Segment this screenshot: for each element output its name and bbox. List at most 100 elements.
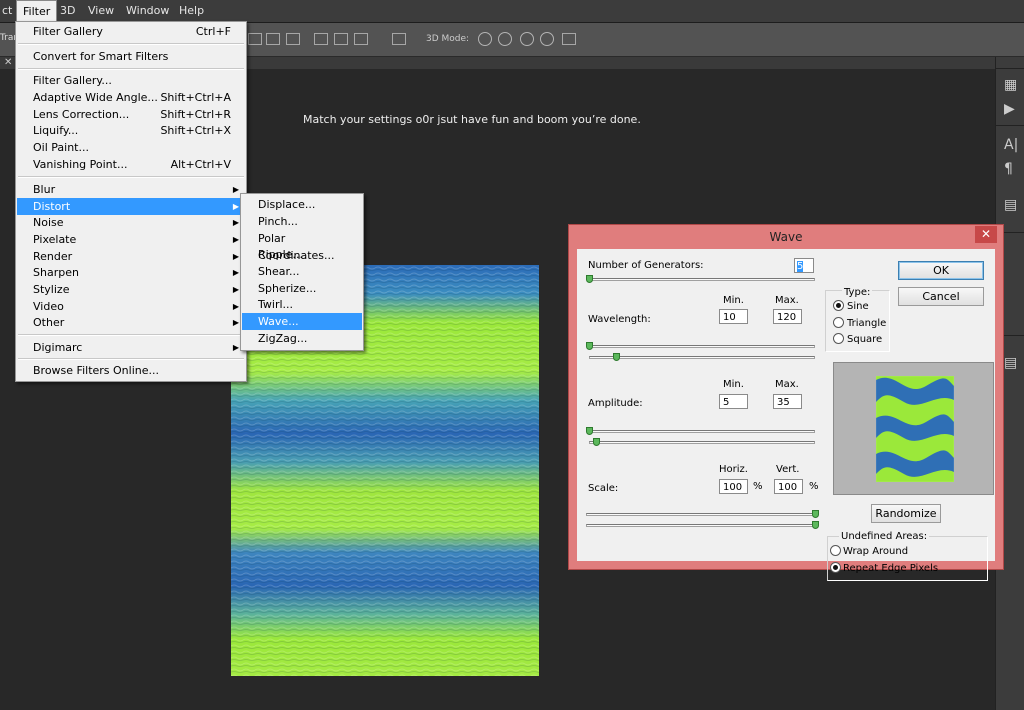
amplitude-min-thumb[interactable] [586,427,593,435]
scale-vert-thumb[interactable] [812,521,819,529]
generators-slider-thumb[interactable] [586,275,593,283]
drag-3d-icon[interactable] [520,32,534,46]
menu-item-adaptive-wide-angle[interactable]: Adaptive Wide Angle... Shift+Ctrl+A [17,89,245,106]
paragraph-icon[interactable]: ¶ [1004,161,1013,177]
menu-item-filter-gallery-last[interactable]: Filter Gallery Ctrl+F [17,23,245,40]
dialog-body: Number of Generators: 5 Min. Max. Wavele… [577,249,995,581]
history-icon[interactable]: ▦ [1004,77,1017,93]
menu-item-video[interactable]: Video ▶ [17,298,245,315]
menu-filter[interactable]: Filter [16,0,58,22]
menu-item-stylize[interactable]: Stylize ▶ [17,281,245,298]
menu-item-blur[interactable]: Blur ▶ [17,181,245,198]
randomize-button[interactable]: Randomize [871,504,941,523]
close-tab-icon[interactable]: ✕ [4,57,12,68]
menu-item-displace[interactable]: Displace... [242,196,362,213]
scale-vert-input[interactable]: 100 [774,479,803,494]
type-sine-radio[interactable] [833,300,844,311]
slide-3d-icon[interactable] [540,32,554,46]
menu-item-other[interactable]: Other ▶ [17,314,245,331]
wavelength-max-input[interactable]: 120 [773,309,802,324]
character-icon[interactable]: A| [1004,137,1018,153]
menu-item-vanishing-point[interactable]: Vanishing Point... Alt+Ctrl+V [17,156,245,173]
type-square-label[interactable]: Square [847,334,882,345]
menu-help[interactable]: Help [173,0,210,22]
menu-item-polar-coordinates[interactable]: Polar Coordinates... [242,230,362,262]
3d-mode-label: 3D Mode: [426,34,470,44]
submenu-arrow-icon: ▶ [232,252,239,261]
type-triangle-label[interactable]: Triangle [847,318,886,329]
roll-3d-icon[interactable] [498,32,512,46]
menu-item-distort[interactable]: Distort ▶ [17,198,245,215]
menu-item-noise[interactable]: Noise ▶ [17,214,245,231]
amplitude-max-input[interactable]: 35 [773,394,802,409]
scale-horiz-track[interactable] [586,513,816,516]
amplitude-label: Amplitude: [588,398,643,409]
percent-sign: % [809,481,819,492]
distribute-right-icon[interactable] [354,33,368,45]
canvas-note-text: Match your settings o0r jsut have fun an… [303,113,641,126]
menu-item-zigzag[interactable]: ZigZag... [242,330,362,347]
menu-item-oil-paint[interactable]: Oil Paint... [17,139,245,156]
menu-item-digimarc[interactable]: Digimarc ▶ [17,339,245,356]
properties-icon[interactable]: ▤ [1004,197,1017,213]
align-middle-icon[interactable] [266,33,280,45]
type-square-radio[interactable] [833,333,844,344]
menu-item-sharpen[interactable]: Sharpen ▶ [17,264,245,281]
wavelength-min-input[interactable]: 10 [719,309,748,324]
amplitude-min-input[interactable]: 5 [719,394,748,409]
menu-item-filter-gallery[interactable]: Filter Gallery... [17,72,245,89]
wave-dialog: Wave ✕ Number of Generators: 5 Min. Max.… [568,224,1004,581]
auto-align-icon[interactable] [392,33,406,45]
menu-item-shear[interactable]: Shear... [242,263,362,280]
wrap-around-radio[interactable] [830,545,841,556]
menu-view[interactable]: View [82,0,120,22]
scale-3d-icon[interactable] [562,33,576,45]
menu-item-twirl[interactable]: Twirl... [242,296,362,313]
menu-item-render[interactable]: Render ▶ [17,248,245,265]
scale-vert-track[interactable] [586,524,816,527]
repeat-edge-label[interactable]: Repeat Edge Pixels [843,563,938,574]
menu-item-lens-correction[interactable]: Lens Correction... Shift+Ctrl+R [17,106,245,123]
type-triangle-radio[interactable] [833,317,844,328]
repeat-edge-radio[interactable] [830,562,841,573]
wrap-around-label[interactable]: Wrap Around [843,546,908,557]
wavelength-max-thumb[interactable] [613,353,621,361]
menu-3d[interactable]: 3D [54,0,81,22]
wavelength-max-track[interactable] [589,356,815,359]
generators-slider-track[interactable] [589,278,815,281]
submenu-arrow-icon: ▶ [232,268,239,277]
play-icon[interactable]: ▶ [1004,101,1015,117]
scale-horiz-input[interactable]: 100 [719,479,748,494]
menu-item-pinch[interactable]: Pinch... [242,213,362,230]
menu-window[interactable]: Window [120,0,175,22]
type-sine-label[interactable]: Sine [847,301,869,312]
amplitude-max-track[interactable] [589,441,815,444]
notes-icon[interactable]: ▤ [1004,355,1017,371]
align-top-icon[interactable] [248,33,262,45]
type-group-label: Type: [842,287,873,298]
menu-item-wave[interactable]: Wave... [242,313,362,330]
close-icon[interactable]: ✕ [975,226,997,243]
menu-bar: ct Filter 3D View Window Help [0,0,1024,23]
menu-item-pixelate[interactable]: Pixelate ▶ [17,231,245,248]
distribute-center-icon[interactable] [334,33,348,45]
menu-item-ripple[interactable]: Ripple... [242,246,362,263]
menu-item-spherize[interactable]: Spherize... [242,280,362,297]
scale-horiz-thumb[interactable] [812,510,819,518]
wavelength-min-thumb[interactable] [586,342,593,350]
menu-item-convert-smart-filters[interactable]: Convert for Smart Filters [17,48,245,65]
align-bottom-icon[interactable] [286,33,300,45]
distort-submenu: Displace... Pinch... Polar Coordinates..… [240,193,364,351]
wavelength-label: Wavelength: [588,314,651,325]
amplitude-max-thumb[interactable] [592,438,600,446]
distribute-left-icon[interactable] [314,33,328,45]
generators-input[interactable]: 5 [794,258,814,273]
menu-item-liquify[interactable]: Liquify... Shift+Ctrl+X [17,122,245,139]
menu-item-browse-filters-online[interactable]: Browse Filters Online... [17,362,245,379]
rotate-3d-icon[interactable] [478,32,492,46]
cancel-button[interactable]: Cancel [898,287,984,306]
scale-horiz-label: Horiz. [719,464,748,475]
wavelength-min-track[interactable] [589,345,815,348]
ok-button[interactable]: OK [898,261,984,280]
amplitude-min-track[interactable] [589,430,815,433]
